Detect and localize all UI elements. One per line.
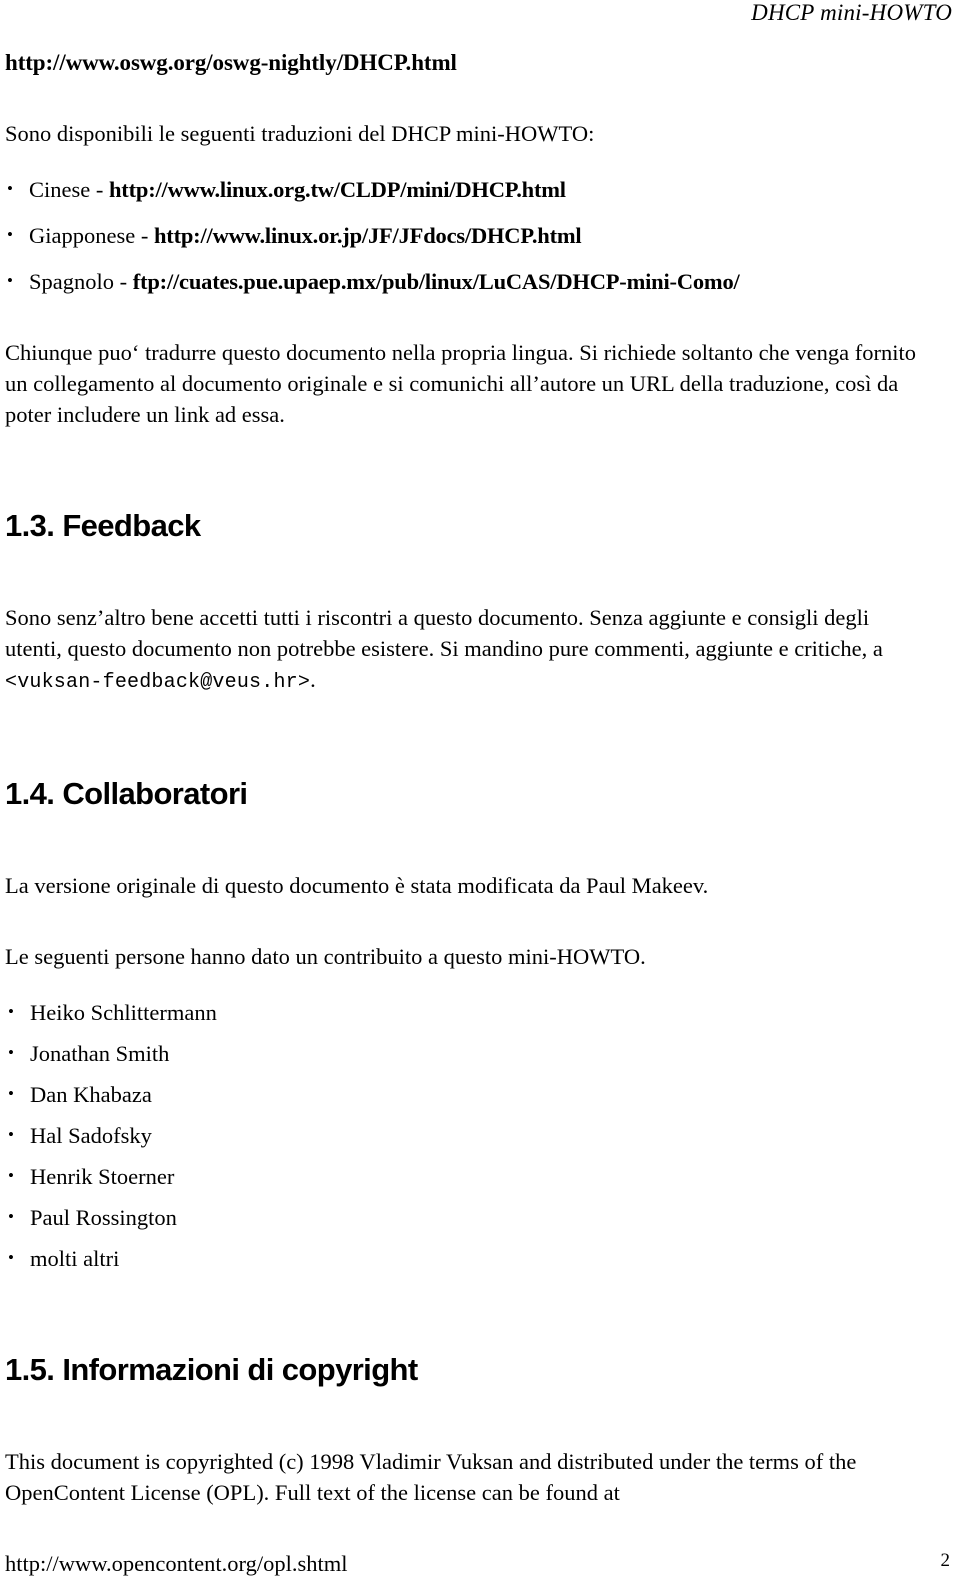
copyright-paragraph: This document is copyrighted (c) 1998 Vl… (5, 1449, 857, 1505)
feedback-text-after-email: . (310, 667, 316, 692)
translations-intro-paragraph: Sono disponibili le seguenti traduzioni … (5, 121, 595, 146)
feedback-text-before-email: Sono senz’altro bene accetti tutti i ris… (5, 605, 883, 661)
translation-url[interactable]: ftp://cuates.pue.upaep.mx/pub/linux/LuCA… (133, 269, 740, 294)
bullet-icon: • (8, 1043, 14, 1062)
opencontent-license-url[interactable]: http://www.opencontent.org/opl.shtml (5, 1548, 930, 1579)
contributor-name: Dan Khabaza (30, 1082, 152, 1107)
list-item: • Paul Rossington (5, 1203, 930, 1233)
collaborators-paragraph-original-version: La versione originale di questo document… (5, 873, 709, 898)
list-item: • Cinese - http://www.linux.org.tw/CLDP/m… (5, 175, 930, 205)
contributor-name: Henrik Stoerner (30, 1164, 175, 1189)
translation-note-paragraph: Chiunque puo‘ tradurre questo documento … (5, 340, 916, 427)
list-item: • Dan Khabaza (5, 1080, 930, 1110)
list-item: • Hal Sadofsky (5, 1121, 930, 1151)
contributor-name: Hal Sadofsky (30, 1123, 152, 1148)
collaborators-paragraph-contributors: Le seguenti persone hanno dato un contri… (5, 944, 646, 969)
feedback-email-address[interactable]: <vuksan-feedback@veus.hr> (5, 671, 310, 694)
bullet-icon: • (8, 1207, 14, 1226)
list-item: • Jonathan Smith (5, 1039, 930, 1069)
translations-list: • Cinese - http://www.linux.org.tw/CLDP/m… (5, 175, 930, 297)
contributor-name: molti altri (30, 1246, 120, 1271)
translation-url[interactable]: http://www.linux.org.tw/CLDP/mini/DHCP.h… (109, 177, 566, 202)
bullet-icon: • (8, 1125, 14, 1144)
page-number: 2 (940, 1550, 951, 1571)
translation-language-label: Giapponese - (29, 223, 154, 248)
section-heading-copyright: 1.5. Informazioni di copyright (5, 1352, 418, 1387)
contributor-name: Paul Rossington (30, 1205, 177, 1230)
list-item: • Spagnolo - ftp://cuates.pue.upaep.mx/pu… (5, 267, 930, 297)
running-header-title: DHCP mini-HOWTO (751, 0, 952, 25)
bullet-icon: • (7, 225, 13, 244)
feedback-paragraph: Sono senz’altro bene accetti tutti i ris… (5, 602, 930, 698)
list-item: • Giapponese - http://www.linux.or.jp/JF/… (5, 221, 930, 251)
bullet-icon: • (8, 1084, 14, 1103)
contributor-name: Heiko Schlittermann (30, 1000, 217, 1025)
section-heading-collaborators: 1.4. Collaboratori (5, 776, 248, 811)
lead-document-url: http://www.oswg.org/oswg-nightly/DHCP.ht… (5, 50, 457, 75)
section-heading-feedback: 1.3. Feedback (5, 508, 201, 543)
document-page: DHCP mini-HOWTO http://www.oswg.org/oswg… (0, 0, 960, 1582)
translation-language-label: Spagnolo - (29, 269, 133, 294)
list-item: • Henrik Stoerner (5, 1162, 930, 1192)
translation-url[interactable]: http://www.linux.or.jp/JF/JFdocs/DHCP.ht… (154, 223, 582, 248)
bullet-icon: • (7, 271, 13, 290)
bullet-icon: • (7, 179, 13, 198)
list-item: • molti altri (5, 1244, 930, 1274)
bullet-icon: • (8, 1248, 14, 1267)
page-content: http://www.oswg.org/oswg-nightly/DHCP.ht… (5, 48, 930, 1579)
bullet-icon: • (8, 1166, 14, 1185)
list-item: • Heiko Schlittermann (5, 998, 930, 1028)
contributors-list: • Heiko Schlittermann • Jonathan Smith • Da… (5, 998, 930, 1274)
contributor-name: Jonathan Smith (30, 1041, 170, 1066)
bullet-icon: • (8, 1002, 14, 1021)
translation-language-label: Cinese - (29, 177, 109, 202)
